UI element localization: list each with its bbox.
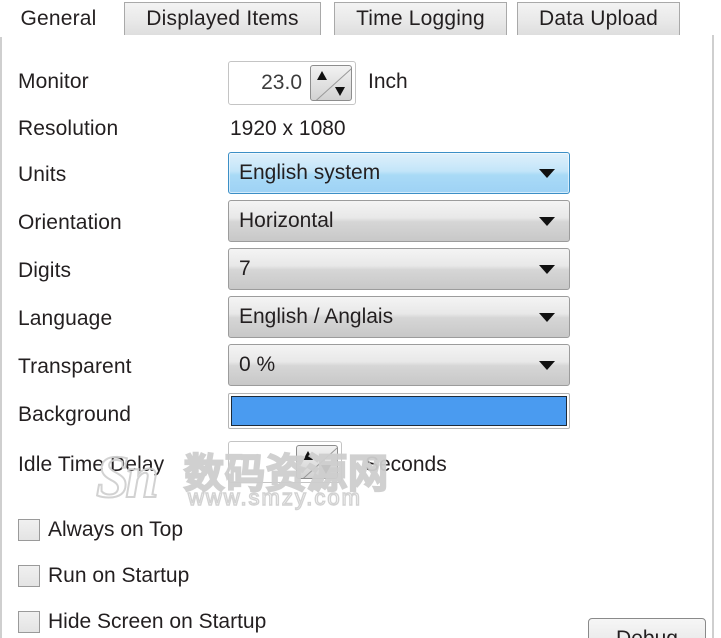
- idle-time-spinner-buttons[interactable]: [296, 445, 338, 479]
- background-label: Background: [18, 403, 132, 426]
- chevron-down-icon[interactable]: [539, 168, 555, 178]
- monitor-spinner[interactable]: 23.0: [228, 61, 356, 105]
- tab-displayed-items[interactable]: Displayed Items: [124, 2, 321, 36]
- transparent-value: 0 %: [239, 353, 276, 376]
- checkbox-run-on-startup-label: Run on Startup: [48, 564, 190, 587]
- language-value: English / Anglais: [239, 305, 394, 328]
- chevron-down-icon[interactable]: [539, 312, 555, 322]
- checkbox-box-icon[interactable]: [18, 565, 40, 587]
- monitor-label: Monitor: [18, 70, 89, 93]
- checkbox-hide-screen-on-startup-label: Hide Screen on Startup: [48, 610, 267, 633]
- debug-button-label: Debug: [616, 627, 678, 638]
- checkbox-hide-screen-on-startup[interactable]: Hide Screen on Startup: [18, 610, 266, 634]
- orientation-label: Orientation: [18, 211, 122, 234]
- monitor-spinner-buttons[interactable]: [310, 65, 352, 101]
- tab-data-upload-label: Data Upload: [539, 7, 658, 30]
- chevron-down-icon[interactable]: [539, 216, 555, 226]
- resolution-value: 1920 x 1080: [230, 117, 346, 140]
- background-color-swatch[interactable]: [231, 396, 567, 426]
- chevron-down-icon[interactable]: [539, 360, 555, 370]
- tab-general[interactable]: General: [0, 0, 117, 37]
- chevron-down-icon[interactable]: [539, 264, 555, 274]
- idle-time-delay-label: Idle Time Delay: [18, 453, 165, 476]
- monitor-value: 23.0: [261, 71, 302, 94]
- background-color-picker[interactable]: [228, 393, 570, 429]
- tab-general-label: General: [20, 6, 97, 30]
- checkbox-box-icon[interactable]: [18, 611, 40, 633]
- spinner-up-arrow-icon[interactable]: [317, 71, 327, 80]
- tab-displayed-items-label: Displayed Items: [146, 7, 299, 30]
- checkbox-always-on-top-label: Always on Top: [48, 518, 184, 541]
- spinner-down-arrow-icon[interactable]: [321, 465, 331, 474]
- general-tab-panel: Monitor 23.0 Inch Resolution 1920 x 1080…: [0, 35, 714, 638]
- digits-dropdown[interactable]: 7: [228, 248, 570, 290]
- digits-value: 7: [239, 257, 251, 280]
- language-dropdown[interactable]: English / Anglais: [228, 296, 570, 338]
- spinner-up-arrow-icon[interactable]: [303, 451, 313, 460]
- checkbox-run-on-startup[interactable]: Run on Startup: [18, 564, 189, 588]
- debug-button[interactable]: Debug: [588, 618, 706, 638]
- tab-time-logging-label: Time Logging: [356, 7, 485, 30]
- transparent-label: Transparent: [18, 355, 132, 378]
- settings-window: General Displayed Items Time Logging Dat…: [0, 0, 721, 638]
- tab-time-logging[interactable]: Time Logging: [334, 2, 507, 36]
- monitor-unit-label: Inch: [368, 70, 408, 93]
- orientation-dropdown[interactable]: Horizontal: [228, 200, 570, 242]
- spinner-down-arrow-icon[interactable]: [335, 87, 345, 96]
- idle-time-delay-value: [229, 442, 296, 482]
- tab-bar: General Displayed Items Time Logging Dat…: [0, 0, 721, 37]
- checkbox-always-on-top[interactable]: Always on Top: [18, 518, 183, 542]
- units-dropdown[interactable]: English system: [228, 152, 570, 194]
- resolution-label: Resolution: [18, 117, 119, 140]
- units-value: English system: [239, 161, 381, 184]
- idle-time-unit-label: Seconds: [365, 453, 447, 476]
- tab-data-upload[interactable]: Data Upload: [517, 2, 680, 36]
- units-label: Units: [18, 163, 67, 186]
- digits-label: Digits: [18, 259, 72, 282]
- language-label: Language: [18, 307, 113, 330]
- transparent-dropdown[interactable]: 0 %: [228, 344, 570, 386]
- idle-time-delay-spinner[interactable]: [228, 441, 342, 483]
- orientation-value: Horizontal: [239, 209, 334, 232]
- checkbox-box-icon[interactable]: [18, 519, 40, 541]
